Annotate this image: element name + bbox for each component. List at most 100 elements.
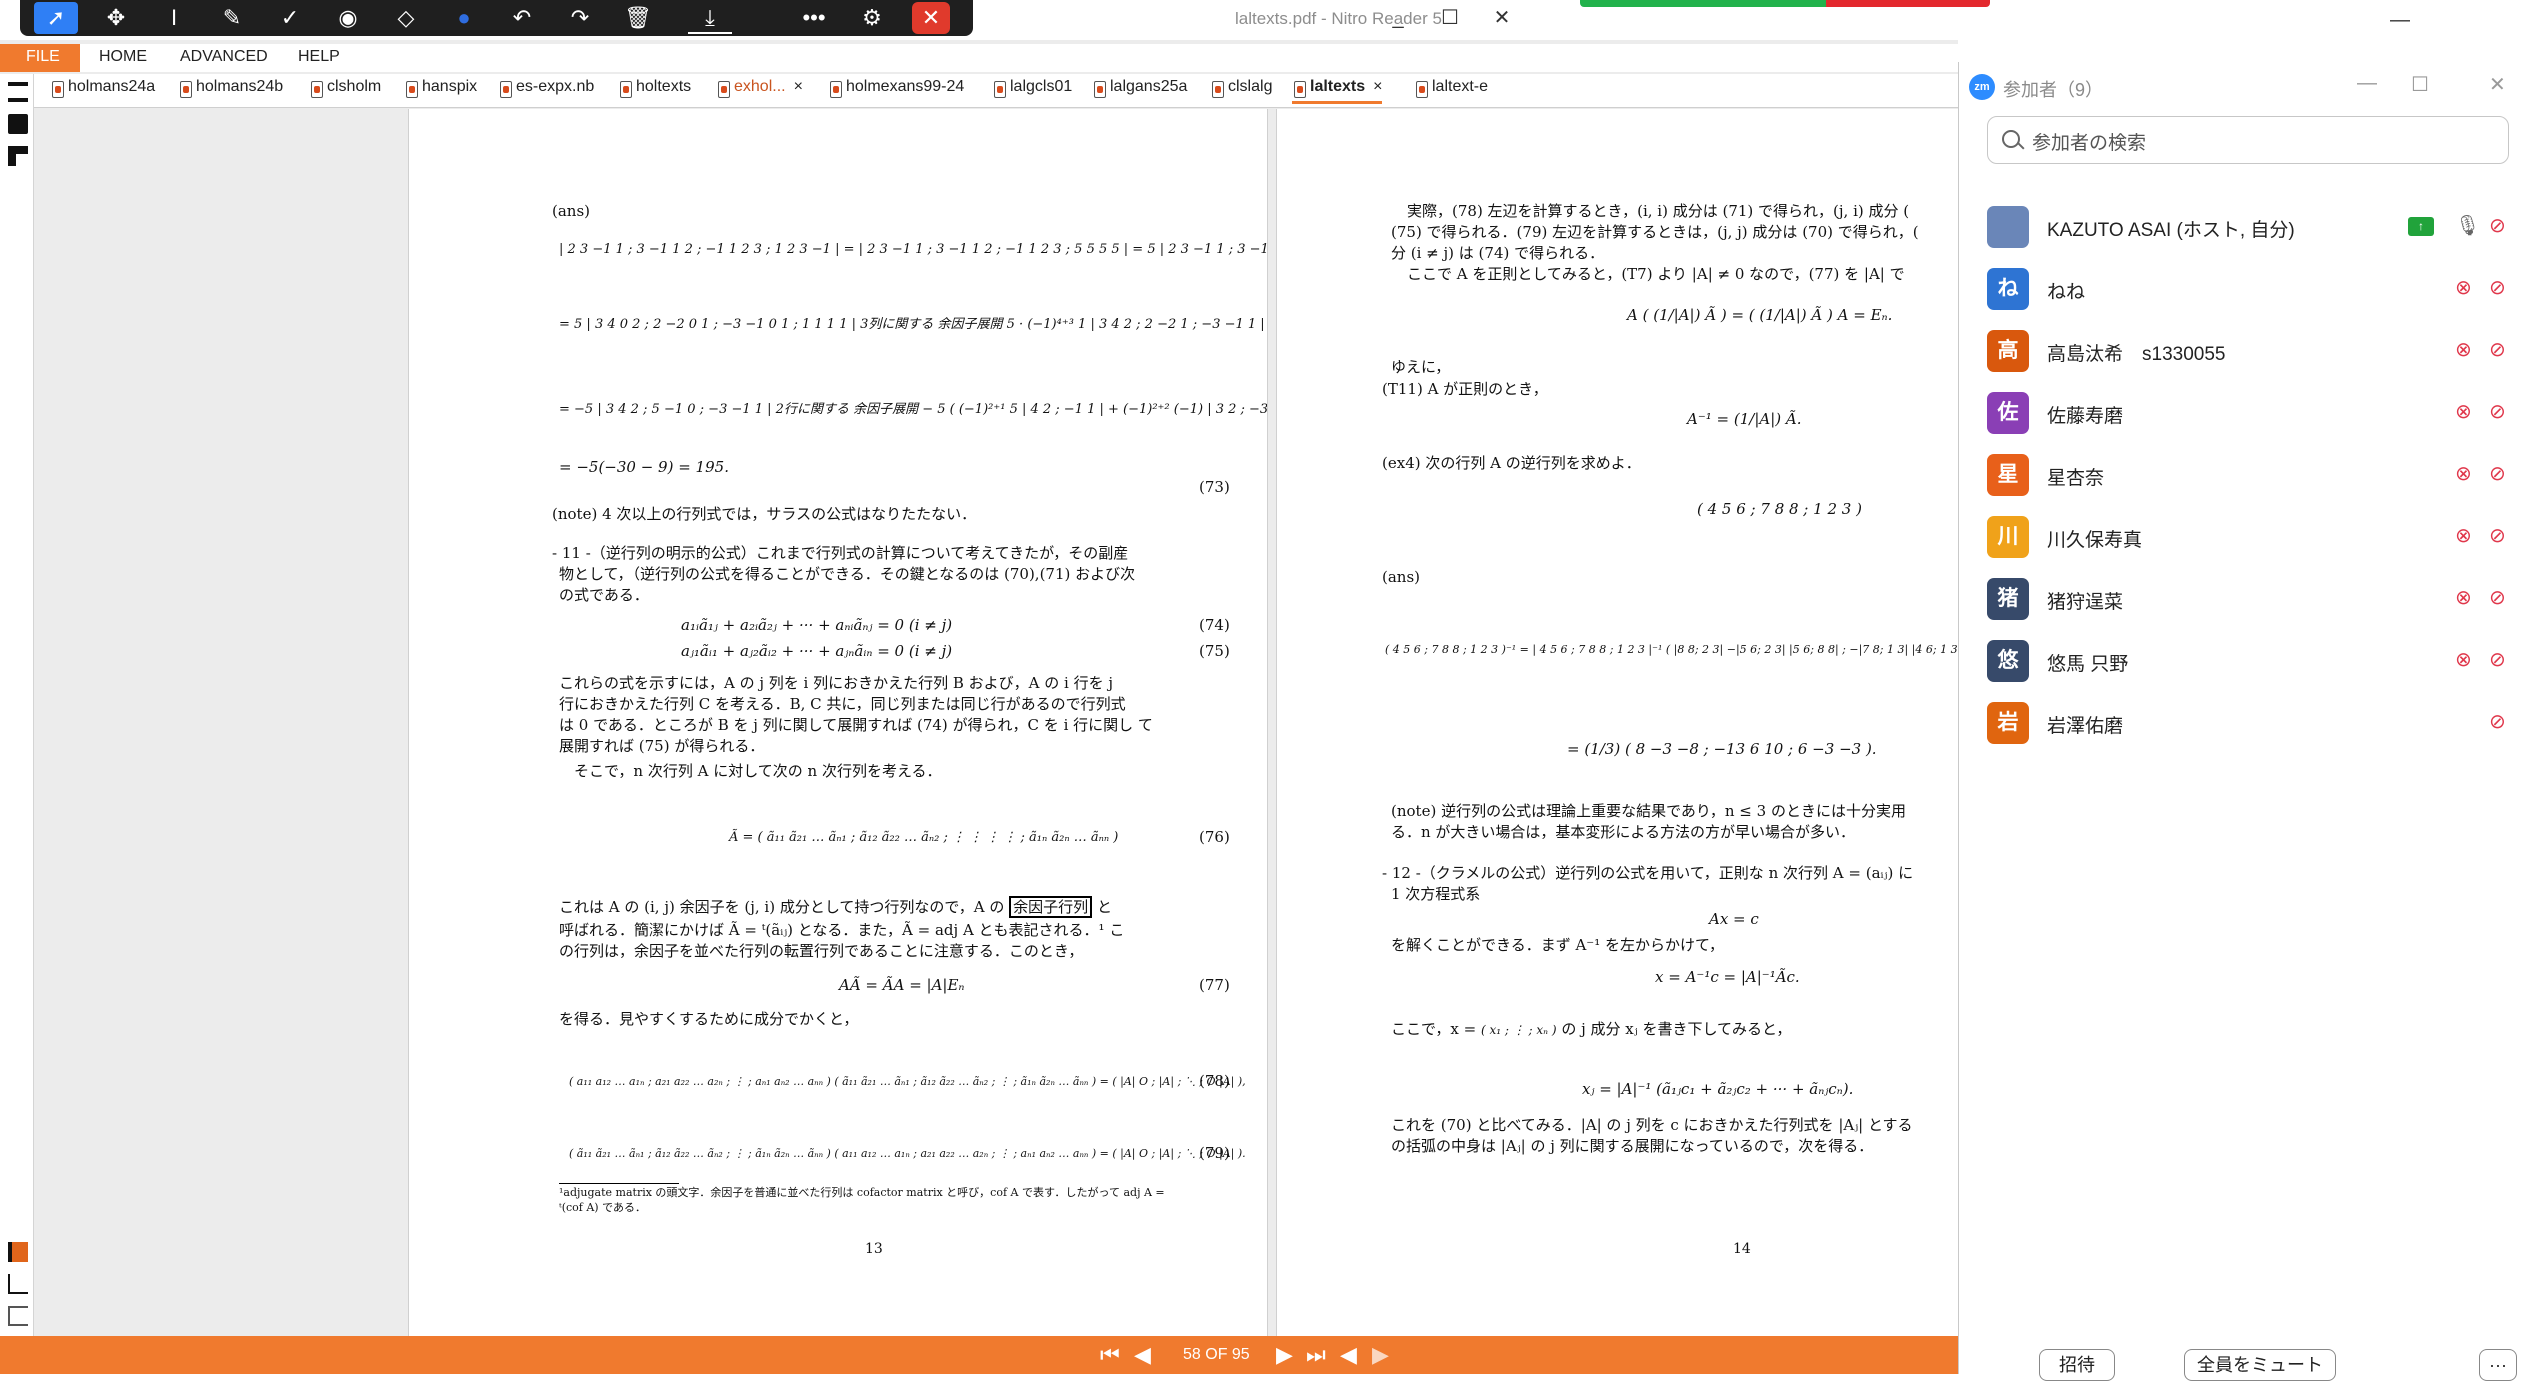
participant-row[interactable]: KAZUTO ASAI (ホスト, 自分) ↑ 🎙 ⊘ <box>1959 196 2533 258</box>
participant-row[interactable]: ね ねね ⊗ ⊘ <box>1959 258 2533 320</box>
participant-row[interactable]: 川 川久保寿真 ⊗ ⊘ <box>1959 506 2533 568</box>
forward-view-icon[interactable]: ▶ <box>1372 1342 1389 1368</box>
paragraph-line: を得る．見やすくするために成分でかくと， <box>559 1010 859 1028</box>
microphone-muted-icon[interactable]: ⊗ <box>2455 275 2472 300</box>
video-off-icon[interactable]: ⊘ <box>2489 275 2506 300</box>
last-page-icon[interactable]: ⏭ <box>1306 1342 1326 1368</box>
prev-page-icon[interactable]: ◀ <box>1134 1342 1151 1368</box>
microphone-muted-icon[interactable]: ⊗ <box>2455 399 2472 424</box>
user-settings-icon[interactable]: ⚙ <box>850 2 894 34</box>
next-page-icon[interactable]: ▶ <box>1276 1342 1293 1368</box>
close-window-icon[interactable]: ✕ <box>2489 72 2506 97</box>
tab-es-expx[interactable]: es-expx.nb <box>498 78 594 104</box>
equation-number: (79) <box>1199 1144 1230 1162</box>
participant-row[interactable]: 猪 猪狩逞菜 ⊗ ⊘ <box>1959 568 2533 630</box>
menu-advanced[interactable]: ADVANCED <box>180 48 268 66</box>
pdf-file-icon <box>830 81 842 98</box>
pen-icon[interactable]: ✎ <box>210 2 254 34</box>
tab-close-icon[interactable]: × <box>794 78 803 95</box>
tab-holtexts[interactable]: holtexts <box>618 78 691 104</box>
tab-clslalg[interactable]: clslalg <box>1210 78 1272 104</box>
paragraph-line: の行列は，余因子を並べた行列の転置行列であることに注意する．このとき， <box>559 942 1084 960</box>
video-off-icon[interactable]: ⊘ <box>2489 585 2506 610</box>
redo-icon[interactable]: ↷ <box>558 2 602 34</box>
microphone-muted-icon[interactable]: ⊗ <box>2455 461 2472 486</box>
participant-row[interactable]: 岩 岩澤佑磨 ⊘ <box>1959 692 2533 754</box>
page-indicator[interactable]: 58 OF 95 <box>1183 1346 1250 1364</box>
pdf-file-icon <box>500 81 512 98</box>
tab-lalgcls01[interactable]: lalgcls01 <box>992 78 1072 104</box>
more-icon[interactable]: ••• <box>792 2 836 34</box>
tab-holmans24b[interactable]: holmans24b <box>178 78 283 104</box>
menu-home[interactable]: HOME <box>99 48 147 66</box>
equation-77: AÃ = ÃA = |A|Eₙ <box>839 976 965 994</box>
tab-label: laltexts <box>1310 78 1366 95</box>
tab-clsholm[interactable]: clsholm <box>309 78 381 104</box>
footnote-line: ¹adjugate matrix の頭文字．余因子を普通に並べた行列は cofa… <box>559 1186 1165 1199</box>
layers-icon[interactable] <box>8 146 28 166</box>
tab-lalgans25a[interactable]: lalgans25a <box>1092 78 1187 104</box>
microphone-icon[interactable]: 🎙 <box>2455 213 2480 238</box>
text-cursor-icon[interactable]: I <box>152 2 196 34</box>
mute-all-button[interactable]: 全員をミュート <box>2184 1349 2336 1381</box>
attachments-icon[interactable] <box>8 1274 28 1294</box>
outline-icon[interactable] <box>8 1306 28 1326</box>
microphone-muted-icon[interactable]: ⊗ <box>2455 523 2472 548</box>
paragraph-line: これは A の (i, j) 余因子を (j, i) 成分として持つ行列なので，… <box>559 896 1112 918</box>
video-off-icon[interactable]: ⊘ <box>2489 647 2506 672</box>
highlighted-term-box[interactable]: 余因子行列 <box>1009 896 1093 918</box>
tab-label: holmexans99-24 <box>846 78 965 95</box>
comments-icon[interactable] <box>8 1242 28 1262</box>
video-off-icon[interactable]: ⊘ <box>2489 399 2506 424</box>
tab-label: holmans24a <box>68 78 156 95</box>
document-canvas[interactable]: (ans) | 2 3 −1 1 ; 3 −1 1 2 ; −1 1 2 3 ;… <box>35 109 1976 1336</box>
video-off-icon[interactable]: ⊘ <box>2489 213 2506 238</box>
participant-row[interactable]: 星 星杏奈 ⊗ ⊘ <box>1959 444 2533 506</box>
video-off-icon[interactable]: ⊘ <box>2489 523 2506 548</box>
equation-number: (77) <box>1199 976 1230 994</box>
bookmark-icon[interactable] <box>8 114 28 134</box>
menu-file[interactable]: FILE <box>0 44 80 72</box>
microphone-muted-icon[interactable]: ⊗ <box>2455 647 2472 672</box>
pages-icon[interactable] <box>8 82 28 102</box>
pan-move-icon[interactable]: ✥ <box>94 2 138 34</box>
close-window-icon[interactable]: ✕ <box>1482 4 1522 32</box>
tab-holmans24a[interactable]: holmans24a <box>50 78 155 104</box>
participant-row[interactable]: 佐 佐藤寿磨 ⊗ ⊘ <box>1959 382 2533 444</box>
video-off-icon[interactable]: ⊘ <box>2489 337 2506 362</box>
trash-icon[interactable]: 🗑 <box>616 2 660 34</box>
color-dot-icon[interactable]: ● <box>442 2 486 34</box>
check-icon[interactable]: ✓ <box>268 2 312 34</box>
minimize-icon[interactable]: — <box>2357 72 2377 95</box>
video-off-icon[interactable]: ⊘ <box>2489 709 2506 734</box>
participant-row[interactable]: 高 高島汰希 s1330055 ⊗ ⊘ <box>1959 320 2533 382</box>
maximize-icon[interactable]: ☐ <box>2411 72 2429 97</box>
participant-row[interactable]: 悠 悠馬 只野 ⊗ ⊘ <box>1959 630 2533 692</box>
participant-search-input[interactable]: 参加者の検索 <box>1987 116 2509 164</box>
tab-exhol[interactable]: exhol... × <box>716 78 803 104</box>
first-page-icon[interactable]: ⏮ <box>1100 1342 1120 1368</box>
equation-det-row1: | 2 3 −1 1 ; 3 −1 1 2 ; −1 1 2 3 ; 1 2 3… <box>559 242 1268 257</box>
tab-laltext-e[interactable]: laltext-e <box>1414 78 1488 104</box>
stamp-icon[interactable]: ◉ <box>326 2 370 34</box>
more-options-button[interactable]: ··· <box>2479 1349 2517 1381</box>
microphone-muted-icon[interactable]: ⊗ <box>2455 337 2472 362</box>
microphone-muted-icon[interactable]: ⊗ <box>2455 585 2472 610</box>
tab-hanspix[interactable]: hanspix <box>404 78 477 104</box>
tab-laltexts[interactable]: laltexts × <box>1292 78 1383 104</box>
download-icon[interactable]: ⤓ <box>688 2 732 34</box>
minimize-icon[interactable]: _ <box>1378 4 1418 32</box>
select-arrow-icon[interactable]: ➚ <box>34 2 78 34</box>
close-icon[interactable]: ✕ <box>912 2 950 34</box>
back-view-icon[interactable]: ◀ <box>1340 1342 1357 1368</box>
maximize-icon[interactable]: ☐ <box>1430 4 1470 32</box>
eraser-icon[interactable]: ◇ <box>384 2 428 34</box>
tab-label: lalgans25a <box>1110 78 1188 95</box>
tab-close-icon[interactable]: × <box>1373 78 1382 95</box>
video-off-icon[interactable]: ⊘ <box>2489 461 2506 486</box>
undo-icon[interactable]: ↶ <box>500 2 544 34</box>
tab-holmexans99-24[interactable]: holmexans99-24 <box>828 78 964 104</box>
menu-help[interactable]: HELP <box>298 48 340 66</box>
minimize-button[interactable]: — <box>2380 6 2420 34</box>
invite-button[interactable]: 招待 <box>2039 1349 2115 1381</box>
